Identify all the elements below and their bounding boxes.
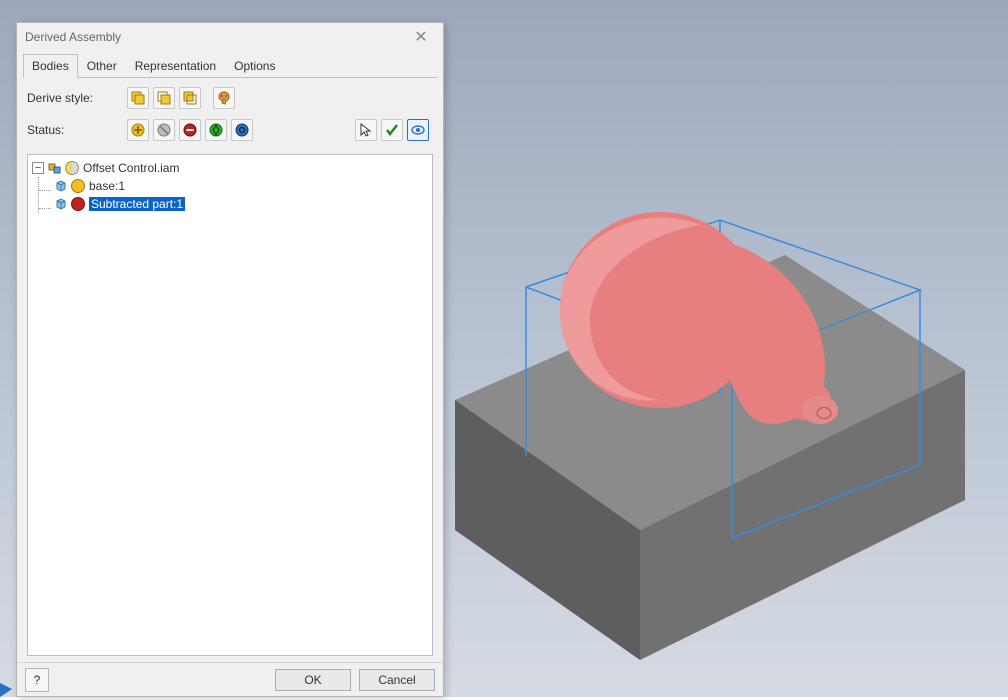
derive-style-composite-icon[interactable] — [179, 87, 201, 109]
derive-style-surface-icon[interactable] — [153, 87, 175, 109]
status-label: Status: — [27, 123, 127, 137]
status-boundingbox-icon[interactable] — [205, 119, 227, 141]
status-ball-icon[interactable] — [71, 179, 85, 193]
tab-representation[interactable]: Representation — [126, 54, 225, 78]
cancel-button[interactable]: Cancel — [359, 669, 435, 691]
tab-panel-bodies: Derive style: Status: — [17, 78, 443, 154]
derived-assembly-dialog: Derived Assembly ✕ Bodies Other Represen… — [16, 22, 444, 697]
derive-style-appearance-icon[interactable] — [213, 87, 235, 109]
accept-check-icon[interactable] — [381, 119, 403, 141]
status-ignore-icon[interactable] — [153, 119, 175, 141]
ok-button[interactable]: OK — [275, 669, 351, 691]
status-include-icon[interactable] — [127, 119, 149, 141]
dialog-tabs: Bodies Other Representation Options — [23, 53, 437, 78]
part-cube-icon — [53, 178, 69, 194]
status-exclude-icon[interactable] — [179, 119, 201, 141]
derive-style-row: Derive style: — [27, 86, 433, 110]
tree-root-node[interactable]: − Offset Control.iam — [32, 159, 428, 177]
dialog-titlebar[interactable]: Derived Assembly ✕ — [17, 23, 443, 51]
help-icon: ? — [34, 673, 41, 687]
status-intersect-icon[interactable] — [231, 119, 253, 141]
component-tree[interactable]: − Offset Control.iam base:1 — [27, 154, 433, 656]
tab-other[interactable]: Other — [78, 54, 126, 78]
expander-minus-icon[interactable]: − — [32, 162, 44, 174]
tree-child-node[interactable]: base:1 — [53, 177, 428, 195]
derive-style-solid-icon[interactable] — [127, 87, 149, 109]
dialog-footer: ? OK Cancel — [17, 662, 443, 696]
tree-node-label: Offset Control.iam — [83, 161, 179, 175]
derive-style-label: Derive style: — [27, 91, 127, 105]
assembly-icon — [47, 160, 63, 176]
dialog-title: Derived Assembly — [25, 30, 407, 44]
status-ball-icon[interactable] — [71, 197, 85, 211]
tree-node-label: base:1 — [89, 179, 125, 193]
part-cube-icon — [53, 196, 69, 212]
visibility-eye-icon[interactable] — [407, 119, 429, 141]
close-icon[interactable]: ✕ — [407, 27, 435, 47]
select-cursor-icon[interactable] — [355, 119, 377, 141]
tab-options[interactable]: Options — [225, 54, 284, 78]
tree-node-label: Subtracted part:1 — [89, 197, 185, 211]
help-button[interactable]: ? — [25, 668, 49, 692]
status-ball-icon[interactable] — [65, 161, 79, 175]
tree-child-node[interactable]: Subtracted part:1 — [53, 195, 428, 213]
status-row: Status: — [27, 118, 433, 142]
tab-bodies[interactable]: Bodies — [23, 54, 78, 78]
